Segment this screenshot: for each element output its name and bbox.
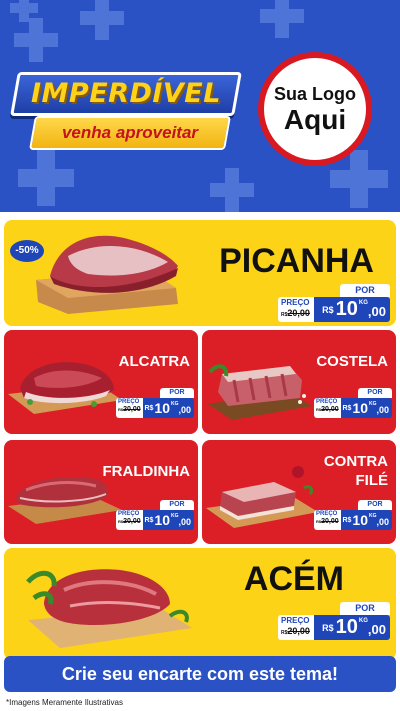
old-price-label: PREÇO xyxy=(281,298,310,307)
price-unit: KG xyxy=(358,300,368,306)
price-tag: POR PREÇO R$20,00 R$ 10 KG ,00 xyxy=(314,500,392,530)
price-decimals: ,00 xyxy=(376,517,389,527)
product-name: ALCATRA xyxy=(118,353,190,370)
old-price: PREÇO R$20,00 xyxy=(278,615,314,640)
product-card-acem: ACÉM POR PREÇO R$20,00 R$ 10 KG ,00 xyxy=(4,548,396,660)
product-name-line1: CONTRA xyxy=(323,453,388,470)
price-unit: KG xyxy=(170,513,179,519)
cta-banner[interactable]: Crie seu encarte com este tema! xyxy=(4,656,396,692)
price-currency: R$ xyxy=(342,516,352,524)
promo-badge: IMPERDÍVEL venha aproveitar xyxy=(10,64,244,160)
current-price: R$ 10 KG ,00 xyxy=(310,615,390,640)
old-price-value: 20,00 xyxy=(321,518,339,525)
old-price: PREÇO R$20,00 xyxy=(116,398,143,418)
promo-headline: IMPERDÍVEL xyxy=(31,78,221,109)
old-price-value: 20,00 xyxy=(321,406,339,413)
price-decimals: ,00 xyxy=(367,304,386,319)
product-name-line2: FILÉ xyxy=(355,472,389,489)
plus-decoration-icon xyxy=(260,0,304,38)
price-por-label: POR xyxy=(160,500,194,510)
old-price: PREÇO R$20,00 xyxy=(278,297,314,322)
product-card-fraldinha: FRALDINHA POR PREÇO R$20,00 R$ 10 KG ,00 xyxy=(4,440,198,544)
price-por-label: POR xyxy=(340,284,390,297)
price-tag: POR PREÇO R$20,00 R$ 10 KG ,00 xyxy=(278,602,390,640)
price-decimals: ,00 xyxy=(178,517,191,527)
price-integer: 10 xyxy=(352,400,368,416)
old-price-value: 20,00 xyxy=(287,308,310,318)
price-tag: POR PREÇO R$20,00 R$ 10 KG ,00 xyxy=(116,500,194,530)
promo-subline-box: venha aproveitar xyxy=(29,116,231,150)
price-decimals: ,00 xyxy=(367,622,386,637)
price-tag: POR PREÇO R$20,00 R$ 10 KG ,00 xyxy=(278,284,390,322)
old-price: PREÇO R$20,00 xyxy=(314,398,341,418)
price-tag: POR PREÇO R$20,00 R$ 10 KG ,00 xyxy=(314,388,392,418)
current-price: R$ 10 KG ,00 xyxy=(140,398,194,418)
price-tag: POR PREÇO R$20,00 R$ 10 KG ,00 xyxy=(116,388,194,418)
current-price: R$ 10 KG ,00 xyxy=(338,398,392,418)
price-unit: KG xyxy=(358,618,368,624)
price-currency: R$ xyxy=(144,516,154,524)
product-card-contra-file: CONTRA FILÉ POR PREÇO R$20,00 R$ 10 KG ,… xyxy=(202,440,396,544)
price-currency: R$ xyxy=(322,304,334,315)
current-price: R$ 10 KG ,00 xyxy=(310,297,390,322)
old-price-label: PREÇO xyxy=(118,399,140,405)
header-banner: IMPERDÍVEL venha aproveitar Sua Logo Aqu… xyxy=(0,0,400,212)
old-price-value: 20,00 xyxy=(123,518,141,525)
logo-text-line1: Sua Logo xyxy=(274,84,356,104)
price-por-label: POR xyxy=(160,388,194,398)
contra-file-meat-image xyxy=(206,466,318,528)
discount-badge: -50% xyxy=(10,240,44,262)
price-currency: R$ xyxy=(322,622,334,633)
product-grid: -50% PICANHA POR PREÇO R$20,00 R$ 10 KG … xyxy=(0,212,400,662)
old-price-label: PREÇO xyxy=(316,511,338,517)
price-unit: KG xyxy=(368,401,377,407)
product-card-picanha: -50% PICANHA POR PREÇO R$20,00 R$ 10 KG … xyxy=(4,220,396,326)
old-price-value: 20,00 xyxy=(123,406,141,413)
costela-meat-image xyxy=(208,364,312,420)
price-currency: R$ xyxy=(342,404,352,412)
logo-placeholder: Sua Logo Aqui xyxy=(258,52,372,166)
picanha-meat-image xyxy=(36,235,178,314)
price-integer: 10 xyxy=(335,616,358,638)
old-price-value: 20,00 xyxy=(287,626,310,636)
product-card-costela: COSTELA POR PREÇO R$20,00 R$ 10 KG ,00 xyxy=(202,330,396,434)
product-name: FRALDINHA xyxy=(102,463,191,480)
old-price: PREÇO R$20,00 xyxy=(116,510,143,530)
logo-text-line2: Aqui xyxy=(283,104,347,135)
price-por-label: POR xyxy=(358,388,392,398)
promo-subline: venha aproveitar xyxy=(61,123,199,142)
price-por-label: POR xyxy=(340,602,390,615)
current-price: R$ 10 KG ,00 xyxy=(338,510,392,530)
price-decimals: ,00 xyxy=(376,405,389,415)
plus-decoration-icon xyxy=(80,0,124,40)
price-unit: KG xyxy=(170,401,179,407)
price-currency: R$ xyxy=(144,404,154,412)
plus-decoration-icon xyxy=(14,18,58,62)
alcatra-meat-image xyxy=(8,362,122,414)
old-price-label: PREÇO xyxy=(316,399,338,405)
price-integer: 10 xyxy=(154,512,170,528)
price-integer: 10 xyxy=(154,400,170,416)
product-name: PICANHA xyxy=(219,242,374,280)
plus-decoration-icon xyxy=(210,168,254,212)
promo-headline-box: IMPERDÍVEL xyxy=(10,72,242,116)
price-por-label: POR xyxy=(358,500,392,510)
old-price-label: PREÇO xyxy=(118,511,140,517)
old-price: PREÇO R$20,00 xyxy=(314,510,341,530)
price-integer: 10 xyxy=(352,512,368,528)
price-decimals: ,00 xyxy=(178,405,191,415)
disclaimer-text: *Imagens Meramente Ilustrativas xyxy=(6,698,123,707)
price-integer: 10 xyxy=(335,298,358,320)
price-unit: KG xyxy=(368,513,377,519)
old-price-label: PREÇO xyxy=(281,616,310,625)
product-name: COSTELA xyxy=(316,353,388,370)
product-name: CONTRA FILÉ xyxy=(324,452,388,490)
product-name: ACÉM xyxy=(243,560,344,598)
current-price: R$ 10 KG ,00 xyxy=(140,510,194,530)
acem-meat-image xyxy=(26,569,192,648)
product-card-alcatra: ALCATRA POR PREÇO R$20,00 R$ 10 KG ,00 xyxy=(4,330,198,434)
